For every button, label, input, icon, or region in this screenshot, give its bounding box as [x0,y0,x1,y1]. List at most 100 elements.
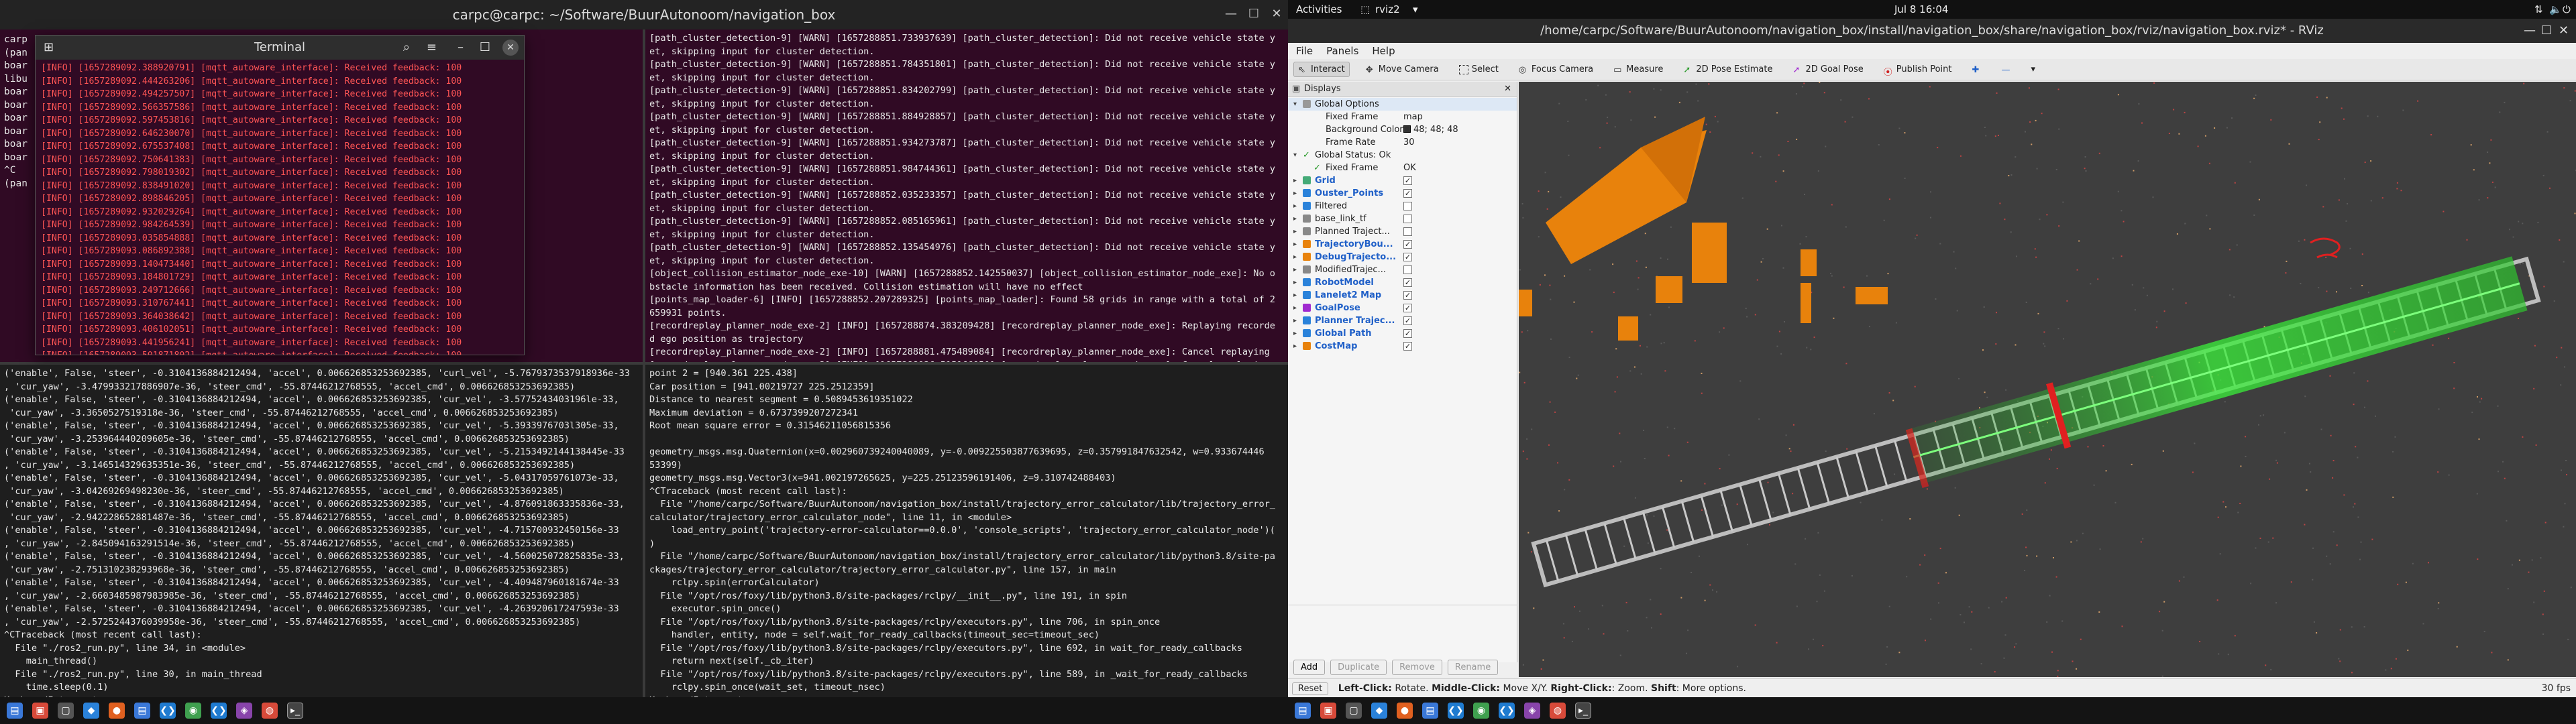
display-row-fixed-frame[interactable]: Fixed Frame map [1288,111,1517,123]
reset-button[interactable]: Reset [1292,682,1329,695]
app-icon-red[interactable]: ◍ [262,703,278,719]
display-row-filtered[interactable]: ▸ Filtered [1288,200,1517,213]
expand-arrow-icon[interactable]: ▸ [1293,340,1300,353]
display-row-fixed-frame[interactable]: ✓ Fixed Frame OK [1288,162,1517,174]
terminal-pane-launch-log[interactable]: [path_cluster_detection-9] [WARN] [16572… [645,29,1288,362]
tool-interact[interactable]: ⇖ Interact [1293,62,1350,77]
terminal-active-icon[interactable]: ▸_ [287,703,303,719]
display-row-trajectorybou-[interactable]: ▸ TrajectoryBou... ✓ [1288,238,1517,251]
expand-arrow-icon[interactable]: ▸ [1293,276,1300,289]
expand-arrow-icon[interactable]: ▸ [1293,302,1300,314]
display-row-goalpose[interactable]: ▸ GoalPose ✓ [1288,302,1517,314]
enable-checkbox[interactable]: ✓ [1403,316,1412,325]
display-value[interactable]: OK [1403,162,1416,174]
files-icon[interactable]: ▤ [1295,703,1311,719]
displays-tree[interactable]: ▾ Global Options Fixed Frame map Background … [1288,97,1517,353]
tool-move-camera[interactable]: ✥ Move Camera [1362,62,1443,76]
display-row-robotmodel[interactable]: ▸ RobotModel ✓ [1288,276,1517,289]
search-icon[interactable]: ⌕ [403,36,410,60]
chrome-icon[interactable]: ◉ [185,703,201,719]
expand-arrow-icon[interactable]: ▸ [1293,225,1300,238]
display-row-ouster-points[interactable]: ▸ Ouster_Points ✓ [1288,187,1517,200]
vscode-icon[interactable]: ❮❯ [1448,703,1464,719]
terminal-titlebar[interactable]: carpc@carpc: ~/Software/BuurAutonoom/nav… [0,0,1288,29]
vscode-icon-2[interactable]: ❮❯ [211,703,227,719]
display-row-lanelet2-map[interactable]: ▸ Lanelet2 Map ✓ [1288,289,1517,302]
expand-arrow-icon[interactable]: ▾ [1293,98,1300,111]
display-row-planner-trajec-[interactable]: ▸ Planner Trajec... ✓ [1288,314,1517,327]
window-icon[interactable]: ▢ [58,703,74,719]
activities-button[interactable]: Activities [1296,0,1342,19]
tool-measure[interactable]: ▭ Measure [1609,62,1667,76]
app-menu-label[interactable]: rviz2 [1375,0,1400,19]
tool-plus[interactable]: ✚ [1968,63,1985,76]
enable-checkbox[interactable]: ✓ [1403,253,1412,261]
vscode-icon-2[interactable]: ❮❯ [1499,703,1515,719]
close-icon[interactable]: ✕ [2559,19,2569,43]
enable-checkbox[interactable]: ✓ [1403,278,1412,287]
display-value[interactable]: map [1403,111,1423,123]
expand-arrow-icon[interactable]: ▸ [1293,187,1300,200]
app-menu-icon[interactable]: ⬚ [1360,0,1370,19]
app-icon-blue[interactable]: ◆ [83,703,99,719]
display-row-grid[interactable]: ▸ Grid ✓ [1288,174,1517,187]
tool-2d-pose-estimate[interactable]: ➚ 2D Pose Estimate [1679,62,1776,76]
terminal-pane-error-calculator[interactable]: point 2 = [940.361 225.438] Car position … [645,365,1288,697]
expand-arrow-icon[interactable]: ▸ [1293,314,1300,327]
enable-checkbox[interactable]: ✓ [1403,291,1412,300]
clock[interactable]: Jul 8 16:04 [1894,0,1948,19]
duplicate-button[interactable]: Duplicate [1330,659,1387,675]
tool-2d-goal-pose[interactable]: ➚ 2D Goal Pose [1788,62,1867,76]
menu-file[interactable]: File [1296,43,1313,59]
enable-checkbox[interactable]: ✓ [1403,342,1412,351]
files-icon[interactable]: ▤ [7,703,23,719]
expand-arrow-icon[interactable]: ▸ [1293,174,1300,187]
window-icon[interactable]: ▢ [1346,703,1362,719]
menu-panels[interactable]: Panels [1326,43,1358,59]
enable-checkbox[interactable] [1403,265,1412,274]
terminal-app-icon[interactable]: ▣ [1320,703,1336,719]
network-icon[interactable]: ⇅ [2534,0,2543,19]
add-button[interactable]: Add [1293,659,1326,675]
enable-checkbox[interactable]: ✓ [1403,329,1412,338]
enable-checkbox[interactable] [1403,202,1412,210]
expand-arrow-icon[interactable]: ▸ [1293,213,1300,225]
rviz-titlebar[interactable]: /home/carpc/Software/BuurAutonoom/naviga… [1288,19,2576,43]
display-value[interactable]: 48; 48; 48 [1403,123,1458,136]
expand-arrow-icon[interactable]: ▸ [1293,263,1300,276]
floating-terminal-titlebar[interactable]: ⊞ Terminal ⌕ ≡ – ☐ ✕ [36,36,524,60]
expand-arrow-icon[interactable]: ▸ [1293,289,1300,302]
display-row-base-link-tf[interactable]: ▸ base_link_tf [1288,213,1517,225]
expand-arrow-icon[interactable]: ▸ [1293,200,1300,213]
maximize-icon[interactable]: ☐ [480,36,490,60]
tool-dropdown[interactable]: ▾ [2027,62,2039,76]
close-icon[interactable]: ✕ [502,40,519,56]
floating-terminal-output[interactable]: [INFO] [1657289092.388920791] [mqtt_auto… [36,60,524,355]
app-icon-purple[interactable]: ◈ [236,703,252,719]
maximize-icon[interactable]: ☐ [2541,19,2552,43]
vscode-icon[interactable]: ❮❯ [160,703,176,719]
enable-checkbox[interactable]: ✓ [1403,176,1412,185]
floating-terminal-window[interactable]: ⊞ Terminal ⌕ ≡ – ☐ ✕ [INFO] [1657289092.… [35,35,525,355]
display-row-debugtrajecto-[interactable]: ▸ DebugTrajecto... ✓ [1288,251,1517,263]
expand-arrow-icon[interactable]: ▸ [1293,327,1300,340]
tool-select[interactable]: Select [1455,62,1503,76]
terminal-active-icon[interactable]: ▸_ [1575,703,1591,719]
tool-publish-point[interactable]: ⦿ Publish Point [1880,62,1956,78]
folder-icon[interactable]: ▤ [1422,703,1438,719]
tool-focus-camera[interactable]: ◎ Focus Camera [1515,62,1597,76]
firefox-icon[interactable]: ● [109,703,125,719]
3d-viewport[interactable] [1519,82,2576,677]
display-row-background-color[interactable]: Background Color 48; 48; 48 [1288,123,1517,136]
app-icon-blue[interactable]: ◆ [1371,703,1387,719]
display-row-global-options[interactable]: ▾ Global Options [1288,98,1517,111]
display-row-costmap[interactable]: ▸ CostMap ✓ [1288,340,1517,353]
app-icon-red[interactable]: ◍ [1550,703,1566,719]
close-icon[interactable]: ✕ [1268,7,1285,23]
minimize-icon[interactable]: — [2524,19,2536,43]
display-row-planned-traject-[interactable]: ▸ Planned Traject... [1288,225,1517,238]
display-value[interactable]: 30 [1403,136,1415,149]
expand-arrow-icon[interactable]: ▾ [1293,149,1300,162]
firefox-icon[interactable]: ● [1397,703,1413,719]
rename-button[interactable]: Rename [1447,659,1499,675]
